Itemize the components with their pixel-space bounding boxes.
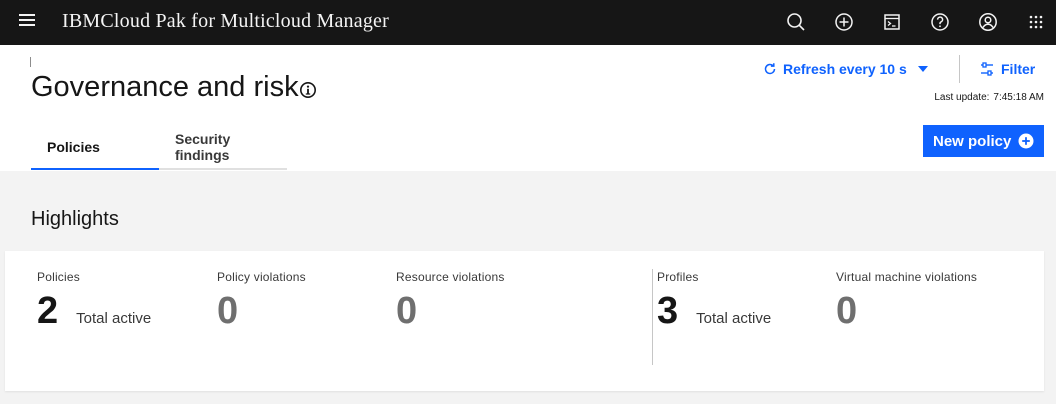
highlights-card: Policies 2 Total active Policy violation… bbox=[5, 251, 1044, 391]
card-divider bbox=[652, 269, 653, 365]
stat-label: Policy violations bbox=[217, 270, 306, 284]
page-header: Governance and risk Refresh every 10 s F… bbox=[0, 45, 1056, 171]
stat-value: 0 bbox=[836, 290, 858, 332]
caret-down-icon bbox=[917, 66, 928, 72]
add-filled-icon bbox=[1018, 133, 1034, 149]
stat-value: 0 bbox=[217, 290, 239, 332]
stat-value: 0 bbox=[396, 290, 418, 332]
page-title: Governance and risk bbox=[31, 71, 299, 103]
search-icon[interactable] bbox=[783, 9, 809, 35]
stat-label: Resource violations bbox=[396, 270, 505, 284]
last-update-label: Last update: bbox=[934, 92, 990, 103]
divider bbox=[959, 55, 960, 83]
stat-value: 3 bbox=[657, 290, 679, 332]
refresh-interval-dropdown[interactable]: Refresh every 10 s bbox=[763, 59, 928, 79]
last-update-value: 7:45:18 AM bbox=[993, 92, 1044, 103]
stat-resource-violations[interactable]: Resource violations 0 bbox=[396, 269, 505, 333]
user-icon[interactable] bbox=[975, 9, 1001, 35]
settings-adjust-icon bbox=[979, 61, 995, 77]
stat-policy-violations[interactable]: Policy violations 0 bbox=[217, 269, 306, 333]
stat-label: Profiles bbox=[657, 270, 699, 284]
filter-button[interactable]: Filter bbox=[979, 59, 1035, 79]
stat-subtext: Total active bbox=[696, 310, 772, 327]
tab-security-findings[interactable]: Security findings bbox=[159, 125, 287, 170]
stat-vm-violations[interactable]: Virtual machine violations 0 bbox=[836, 269, 977, 333]
help-icon[interactable] bbox=[927, 9, 953, 35]
top-header: IBMCloud Pak for Multicloud Manager bbox=[0, 0, 1056, 45]
stat-label: Virtual machine violations bbox=[836, 270, 978, 284]
info-icon[interactable] bbox=[299, 81, 317, 99]
tab-list: Policies Security findings bbox=[31, 125, 287, 170]
new-policy-button[interactable]: New policy bbox=[923, 125, 1044, 157]
stat-value: 2 bbox=[37, 290, 59, 332]
stat-subtext: Total active bbox=[76, 310, 152, 327]
menu-icon[interactable] bbox=[12, 8, 42, 36]
stat-profiles[interactable]: Profiles 3 Total active bbox=[657, 269, 771, 333]
refresh-label: Refresh every 10 s bbox=[783, 61, 907, 77]
text-cursor bbox=[30, 57, 31, 67]
highlights-title: Highlights bbox=[31, 208, 119, 230]
stat-policies[interactable]: Policies 2 Total active bbox=[37, 269, 151, 333]
new-policy-label: New policy bbox=[933, 132, 1012, 150]
add-icon[interactable] bbox=[831, 9, 857, 35]
last-update: Last update: 7:45:18 AM bbox=[934, 92, 1044, 103]
product-name[interactable]: IBMCloud Pak for Multicloud Manager bbox=[62, 9, 416, 35]
app-switcher-icon[interactable] bbox=[1023, 9, 1049, 35]
refresh-icon bbox=[763, 62, 777, 76]
tab-policies[interactable]: Policies bbox=[31, 125, 159, 170]
stat-label: Policies bbox=[37, 270, 80, 284]
filter-label: Filter bbox=[1001, 61, 1036, 77]
terminal-icon[interactable] bbox=[879, 9, 905, 35]
